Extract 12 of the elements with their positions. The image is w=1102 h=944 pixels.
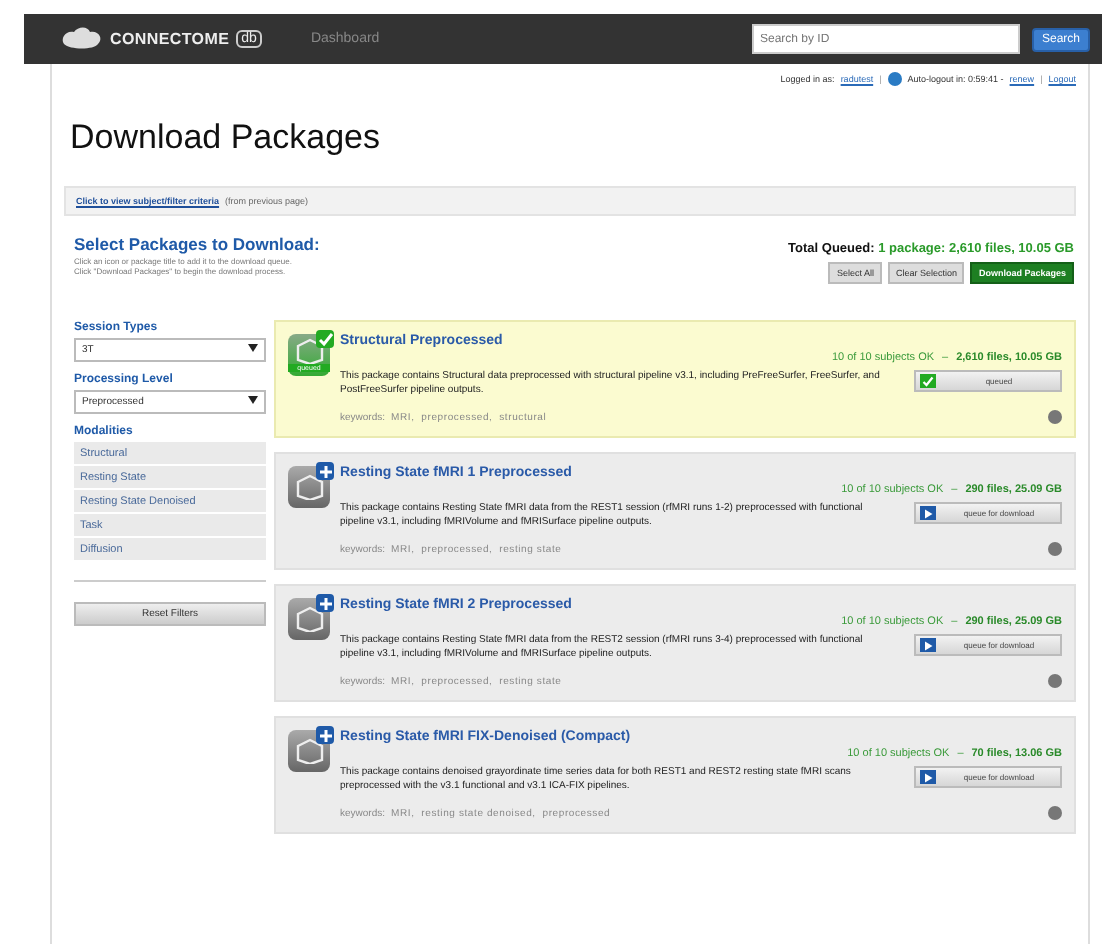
play-icon (920, 770, 936, 784)
check-icon (920, 374, 936, 388)
play-icon (920, 506, 936, 520)
logo-text[interactable]: CONNECTOME (110, 30, 230, 48)
play-icon (920, 638, 936, 652)
section-heading: Select Packages to Download: (74, 234, 320, 254)
add-package-icon[interactable] (288, 466, 330, 508)
caret-icon (248, 344, 258, 352)
add-package-icon[interactable] (288, 730, 330, 772)
add-package-icon[interactable] (288, 598, 330, 640)
caret-icon (248, 396, 258, 404)
page-title: Download Packages (70, 118, 382, 158)
